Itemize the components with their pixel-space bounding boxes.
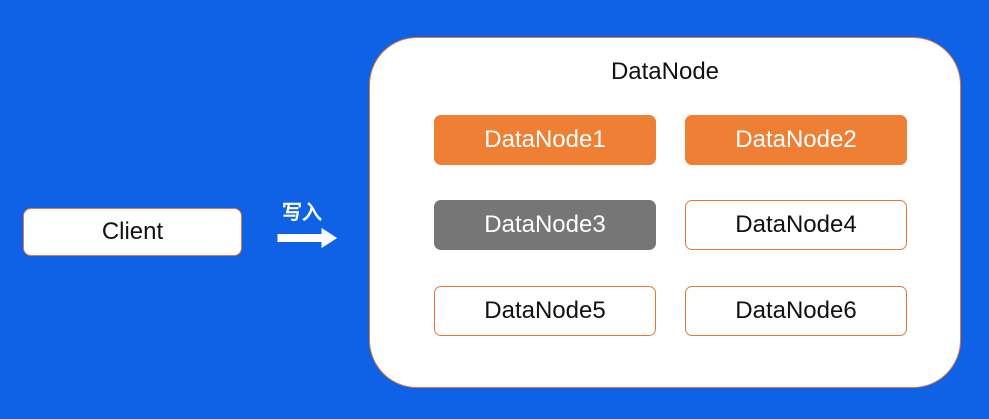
datanode-1-label: DataNode1 bbox=[484, 126, 606, 153]
cluster-title: DataNode bbox=[610, 58, 720, 85]
datanode-cluster: DataNode DataNode1 DataNode2 DataNode3 D… bbox=[369, 37, 961, 388]
client-box: Client bbox=[23, 208, 242, 256]
datanode-1: DataNode1 bbox=[434, 115, 656, 165]
datanode-4-label: DataNode4 bbox=[735, 211, 857, 238]
datanode-2: DataNode2 bbox=[685, 115, 907, 165]
datanode-6-label: DataNode6 bbox=[735, 297, 857, 324]
datanode-2-label: DataNode2 bbox=[735, 126, 857, 153]
client-label: Client bbox=[101, 218, 164, 245]
datanode-6: DataNode6 bbox=[685, 286, 907, 336]
right-arrow-icon bbox=[276, 226, 339, 250]
datanode-3: DataNode3 bbox=[434, 200, 656, 250]
datanode-3-label: DataNode3 bbox=[484, 211, 606, 238]
datanode-5-label: DataNode5 bbox=[484, 297, 606, 324]
datanode-5: DataNode5 bbox=[434, 286, 656, 336]
datanode-4: DataNode4 bbox=[685, 200, 907, 250]
write-label: 写入 bbox=[282, 200, 322, 224]
